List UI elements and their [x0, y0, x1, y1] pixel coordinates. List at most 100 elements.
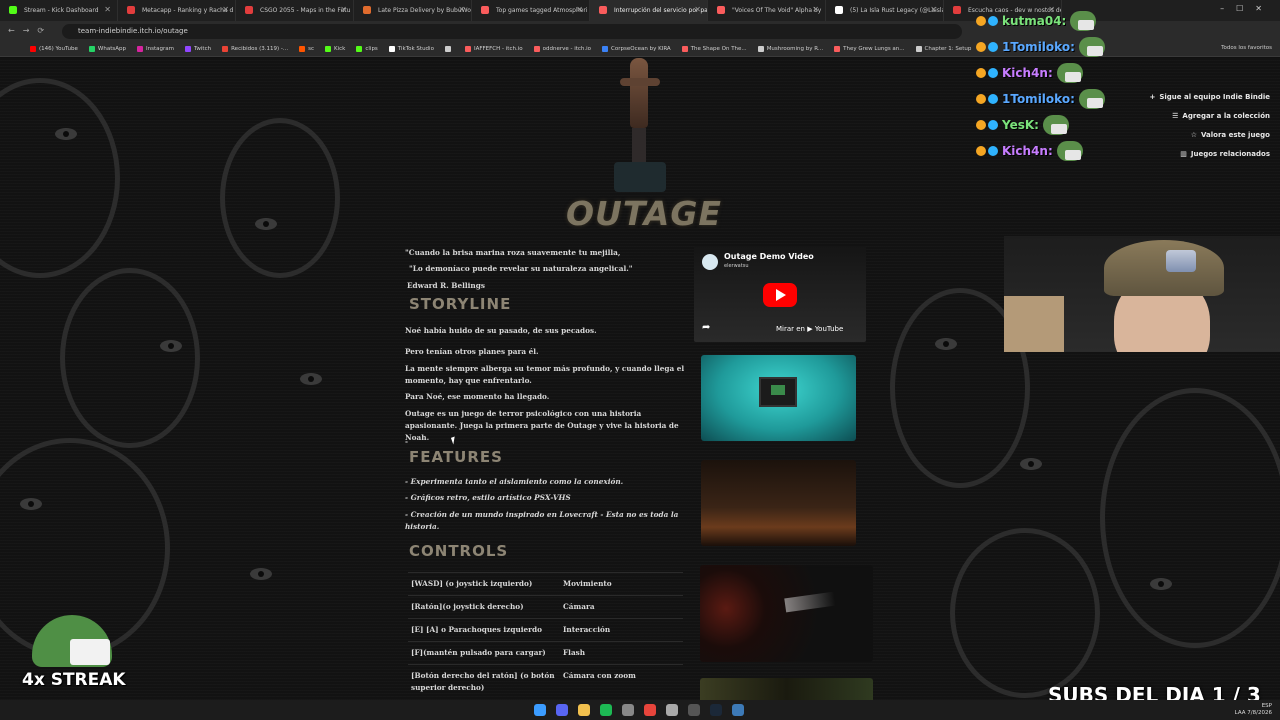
tab-favicon-icon — [245, 6, 253, 14]
layout-indicator[interactable]: LAA — [1235, 710, 1246, 716]
bookmark-item[interactable]: (146) YouTube — [30, 46, 78, 52]
bookmark-item[interactable]: oddnerve - itch.io — [533, 46, 591, 52]
add-to-collection-button[interactable]: ☰ Agregar a la colección — [1145, 107, 1270, 126]
tab-close-icon[interactable]: ✕ — [104, 5, 111, 14]
eye-decoration — [20, 498, 42, 510]
bookmark-favicon-icon — [834, 46, 841, 52]
screenshot-thumbnail[interactable] — [700, 678, 873, 700]
tab-close-icon[interactable]: ✕ — [222, 5, 229, 14]
chat-badge-icon — [976, 146, 986, 156]
related-games-button[interactable]: ▥ Juegos relacionados — [1145, 145, 1270, 164]
browser-tab[interactable]: Metacapp - Ranking y Racha d ✕ — [118, 0, 236, 21]
bookmark-item[interactable]: clips — [356, 46, 378, 52]
language-indicator[interactable]: ESP — [1262, 703, 1272, 709]
screenshot-thumbnail[interactable] — [701, 355, 856, 441]
bookmark-item[interactable]: Chapter 1: Setup — [915, 46, 971, 52]
video-title[interactable]: Outage Demo Video — [724, 252, 814, 261]
storyline-paragraph: Noé había huido de su pasado, de sus pec… — [405, 326, 597, 335]
discord-icon[interactable] — [556, 704, 568, 716]
bookmark-label: Recibidos (3.119) -... — [231, 46, 289, 52]
window-controls[interactable]: –☐✕ — [1220, 4, 1274, 13]
bookmark-item[interactable]: Instagram — [136, 46, 174, 52]
tab-close-icon[interactable]: ✕ — [812, 5, 819, 14]
tab-label: Metacapp - Ranking y Racha d — [142, 7, 234, 14]
rate-game-button[interactable]: ☆ Valora este juego — [1145, 126, 1270, 145]
video-channel[interactable]: elerwatsu — [724, 263, 749, 269]
taskbar-icons — [534, 704, 754, 716]
system-tray[interactable]: ESP LAA 7/8/2026 — [1235, 703, 1272, 717]
steam-icon[interactable] — [710, 704, 722, 716]
table-row: [Ratón](o joystick derecho) Cámara — [408, 595, 683, 619]
table-row: [WASD] (o joystick izquierdo) Movimiento — [408, 572, 683, 596]
bookmark-item[interactable]: The Shape On The... — [681, 46, 747, 52]
bookmark-item[interactable]: Mushrooming by R... — [757, 46, 823, 52]
chat-badge-icon — [976, 16, 986, 26]
tab-favicon-icon — [363, 6, 371, 14]
quote-line: "Cuando la brisa marina roza suavemente … — [405, 248, 621, 257]
bookmark-item[interactable]: They Grew Lungs an... — [834, 46, 905, 52]
pepe-emote-icon — [1056, 63, 1083, 83]
spotify-icon[interactable] — [600, 704, 612, 716]
eye-decoration — [935, 338, 957, 350]
bookmark-item[interactable]: sc — [299, 46, 314, 52]
follow-label: Sigue al equipo Indie Bindie — [1159, 93, 1270, 101]
control-action: Cámara con zoom — [560, 664, 683, 699]
chat-badge-icon — [988, 120, 998, 130]
screenshot-thumbnail[interactable] — [700, 565, 873, 662]
bookmark-item[interactable]: CorpseOcean by KIRA — [602, 46, 671, 52]
obs-icon[interactable] — [688, 704, 700, 716]
pepe-emote-icon — [1042, 115, 1069, 135]
chat-badge-icon — [988, 16, 998, 26]
tab-close-icon[interactable]: ✕ — [458, 5, 465, 14]
clock-date[interactable]: 7/8/2026 — [1247, 710, 1272, 716]
tab-favicon-icon — [481, 6, 489, 14]
watch-on-youtube-link[interactable]: Mirar en ▶ YouTube — [776, 325, 843, 333]
url-input[interactable]: team-indiebindie.itch.io/outage — [62, 24, 962, 39]
start-icon[interactable] — [534, 704, 546, 716]
app-icon[interactable] — [732, 704, 744, 716]
browser-tab[interactable]: Top games tagged Atmospheri ✕ — [472, 0, 590, 21]
chat-badge-icon — [976, 68, 986, 78]
browser-tab[interactable]: CSGO 2055 - Maps in the Futu ✕ — [236, 0, 354, 21]
browser-tab[interactable]: "Voices Of The Void" Alpha by ✕ — [708, 0, 826, 21]
bookmark-label: CorpseOcean by KIRA — [611, 46, 671, 52]
bookmark-item[interactable]: TikTok Studio — [388, 46, 434, 52]
browser-tab[interactable]: (5) La Isla Rust Legacy (@Laisla ✕ — [826, 0, 944, 21]
bookmark-item[interactable] — [444, 46, 454, 52]
bookmark-item[interactable]: WhatsApp — [88, 46, 126, 52]
tab-close-icon[interactable]: ✕ — [930, 5, 937, 14]
channel-avatar[interactable] — [702, 254, 718, 270]
app-icon[interactable] — [666, 704, 678, 716]
follow-button[interactable]: + Sigue al equipo Indie Bindie — [1145, 88, 1270, 107]
chat-username: Kich4n: — [1002, 144, 1053, 158]
nav-buttons[interactable]: ←→⟳ — [8, 26, 52, 35]
tab-close-icon[interactable]: ✕ — [340, 5, 347, 14]
stream-chat-overlay: kutma04: 1Tomiloko: Kich4n: 1Tomiloko: YesK:… — [976, 8, 1156, 164]
browser-tab[interactable]: Interrupción del servicio por pa ✕ — [590, 0, 708, 21]
screenshot-thumbnail[interactable] — [701, 460, 856, 546]
bookmark-item[interactable]: IAFFEFCH - itch.io — [464, 46, 523, 52]
browser-tab[interactable]: Late Pizza Delivery by BubuWo ✕ — [354, 0, 472, 21]
tab-close-icon[interactable]: ✕ — [694, 5, 701, 14]
play-icon[interactable] — [763, 283, 797, 307]
bookmark-item[interactable]: Twitch — [184, 46, 211, 52]
chat-username: kutma04: — [1002, 14, 1067, 28]
tab-close-icon[interactable]: ✕ — [576, 5, 583, 14]
bookmark-item[interactable]: Kick — [325, 46, 345, 52]
tab-favicon-icon — [9, 6, 17, 14]
youtube-embed[interactable]: Outage Demo Video elerwatsu ➦ Mirar en ▶… — [694, 246, 866, 342]
bookmark-item[interactable]: Recibidos (3.119) -... — [222, 46, 288, 52]
share-icon[interactable]: ➦ — [702, 322, 710, 333]
tab-favicon-icon — [599, 6, 607, 14]
bookmark-favicon-icon — [533, 46, 540, 52]
folder-icon[interactable] — [578, 704, 590, 716]
browser-tab[interactable]: Stream - Kick Dashboard ✕ — [0, 0, 118, 21]
pepe-emote-icon — [1056, 141, 1083, 161]
chat-message: Kich4n: — [976, 60, 1156, 86]
all-bookmarks-link[interactable]: Todos los favoritos — [1221, 45, 1272, 51]
chrome-icon[interactable] — [644, 704, 656, 716]
control-action: Cámara — [560, 595, 683, 619]
app-icon[interactable] — [622, 704, 634, 716]
tab-label: CSGO 2055 - Maps in the Futu — [260, 7, 351, 14]
bookmark-favicon-icon — [222, 46, 229, 52]
